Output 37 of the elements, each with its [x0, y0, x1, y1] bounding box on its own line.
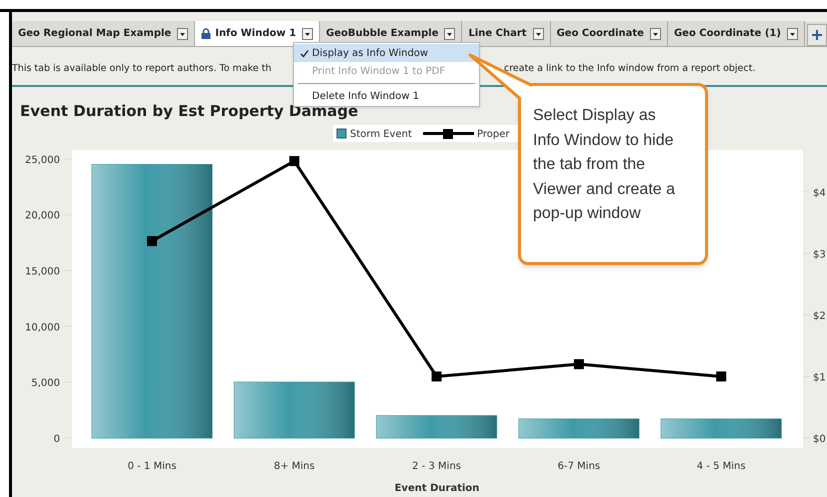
- y-axis-label: 15,000: [25, 266, 60, 278]
- x-axis-label: 6-7 Mins: [558, 461, 600, 472]
- tab[interactable]: Geo Regional Map Example: [18, 26, 172, 41]
- tab[interactable]: Geo Coordinate: [556, 26, 644, 41]
- info-text: This tab is available only to report authors. To make th: [12, 62, 272, 76]
- y-axis-label: 5,000: [31, 378, 60, 390]
- y-axis-label: 10,000: [25, 322, 60, 334]
- x-axis-label: 4 - 5 Mins: [696, 461, 746, 472]
- y-axis-label: 20,000: [25, 210, 60, 222]
- tab[interactable]: Line Chart: [468, 26, 527, 41]
- y-axis-label: $4: [813, 188, 826, 199]
- y-axis-label: $3: [813, 249, 826, 260]
- tab[interactable]: Geo Coordinate (1): [674, 26, 781, 41]
- y-axis-label: $2: [813, 310, 826, 322]
- x-axis-title: Event Duration: [394, 483, 480, 494]
- legend-label: Storm Event: [350, 129, 412, 140]
- x-axis-label: 8+ Mins: [274, 461, 315, 472]
- callout: Select Display as Info Window to hide the tab from the Viewer and create a pop-up window: [518, 83, 708, 265]
- x-axis-label: 0 - 1 Mins: [128, 461, 176, 472]
- dropdown-icon[interactable]: [177, 28, 188, 40]
- y-axis-label: $1: [813, 372, 826, 384]
- info-text: create a link to the Info window from a report object.: [504, 62, 756, 76]
- legend-label: Proper: [477, 129, 510, 140]
- menu-item[interactable]: Display as Info Window: [294, 44, 479, 62]
- y-axis-label: $0: [813, 434, 826, 445]
- dropdown-icon[interactable]: [650, 28, 661, 40]
- y-axis-label: 25,000: [25, 154, 60, 166]
- dropdown-icon[interactable]: [444, 28, 456, 40]
- dropdown-icon[interactable]: [786, 28, 798, 40]
- dropdown-icon[interactable]: [532, 28, 544, 40]
- legend-swatch: [336, 128, 346, 138]
- add-tab-button[interactable]: [806, 24, 827, 46]
- y-axis-label: 0: [54, 434, 60, 445]
- plus-icon[interactable]: [810, 29, 823, 41]
- dropdown-icon[interactable]: [302, 28, 314, 40]
- tab[interactable]: GeoBubble Example: [326, 26, 438, 41]
- x-axis-label: 2 - 3 Mins: [412, 461, 462, 472]
